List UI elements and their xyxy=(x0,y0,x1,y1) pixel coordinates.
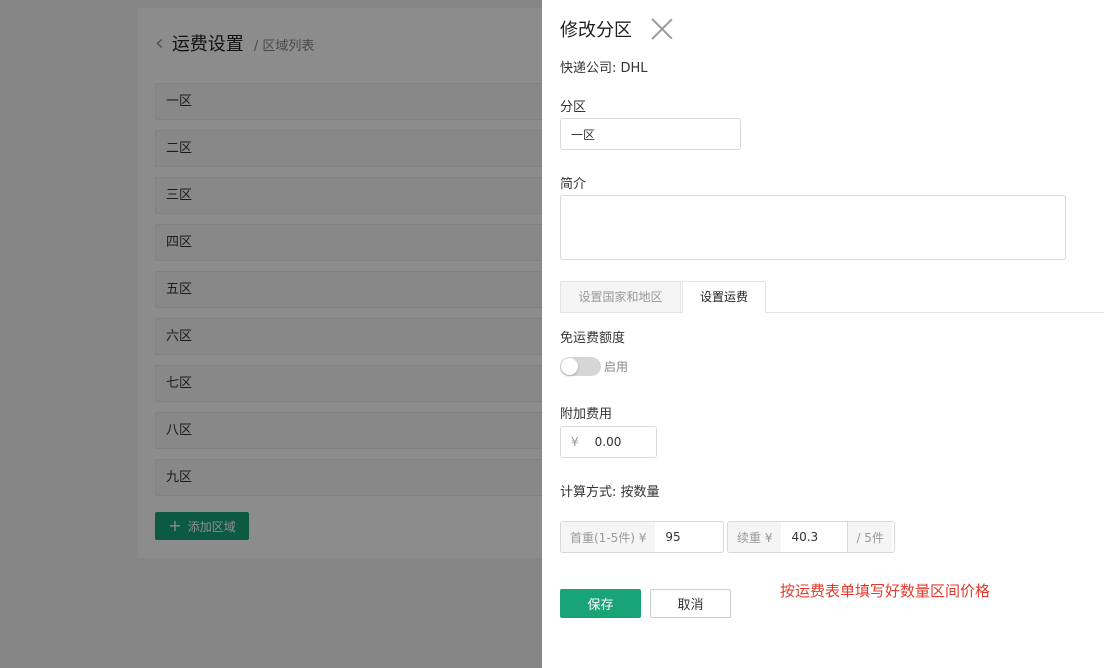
tab-shipping-fee[interactable]: 设置运费 xyxy=(682,281,766,314)
cancel-button[interactable]: 取消 xyxy=(650,589,731,618)
intro-field-label: 简介 xyxy=(560,177,587,192)
continued-weight-input[interactable]: 40.3 xyxy=(781,522,847,552)
first-weight-input-group: 首重(1-5件) ¥ 95 xyxy=(560,521,724,553)
close-icon[interactable] xyxy=(650,17,674,41)
continued-weight-input-group: 续重 ¥ 40.3 / 5件 xyxy=(727,521,895,553)
zone-field-label: 分区 xyxy=(560,100,587,115)
drawer-title: 修改分区 xyxy=(560,20,632,41)
continued-weight-unit: / 5件 xyxy=(847,522,892,552)
extra-fee-input[interactable]: 0.00 xyxy=(587,427,622,457)
calc-method: 计算方式: 按数量 xyxy=(560,485,660,500)
tab-countries-regions[interactable]: 设置国家和地区 xyxy=(560,281,681,313)
courier-company: 快递公司: DHL xyxy=(560,61,648,76)
zone-name-input[interactable] xyxy=(560,118,741,150)
instruction-annotation: 按运费表单填写好数量区间价格 xyxy=(780,582,991,600)
first-weight-prefix: 首重(1-5件) ¥ xyxy=(561,522,656,552)
continued-weight-prefix: 续重 ¥ xyxy=(728,522,782,552)
first-weight-input[interactable]: 95 xyxy=(655,522,680,552)
free-shipping-label: 免运费额度 xyxy=(560,331,626,346)
toggle-label: 启用 xyxy=(604,360,629,374)
edit-zone-drawer: 修改分区 快递公司: DHL 分区 简介 设置国家和地区 设置运费 免运费额度 … xyxy=(542,0,1104,668)
drawer-tabs: 设置国家和地区 设置运费 xyxy=(560,281,1104,314)
extra-fee-input-group: ¥ 0.00 xyxy=(560,426,657,458)
extra-fee-label: 附加费用 xyxy=(560,407,613,422)
save-button[interactable]: 保存 xyxy=(560,589,641,618)
toggle-knob xyxy=(561,358,578,375)
intro-textarea[interactable] xyxy=(560,195,1066,260)
free-shipping-toggle[interactable] xyxy=(560,357,601,376)
currency-prefix: ¥ xyxy=(561,427,587,457)
